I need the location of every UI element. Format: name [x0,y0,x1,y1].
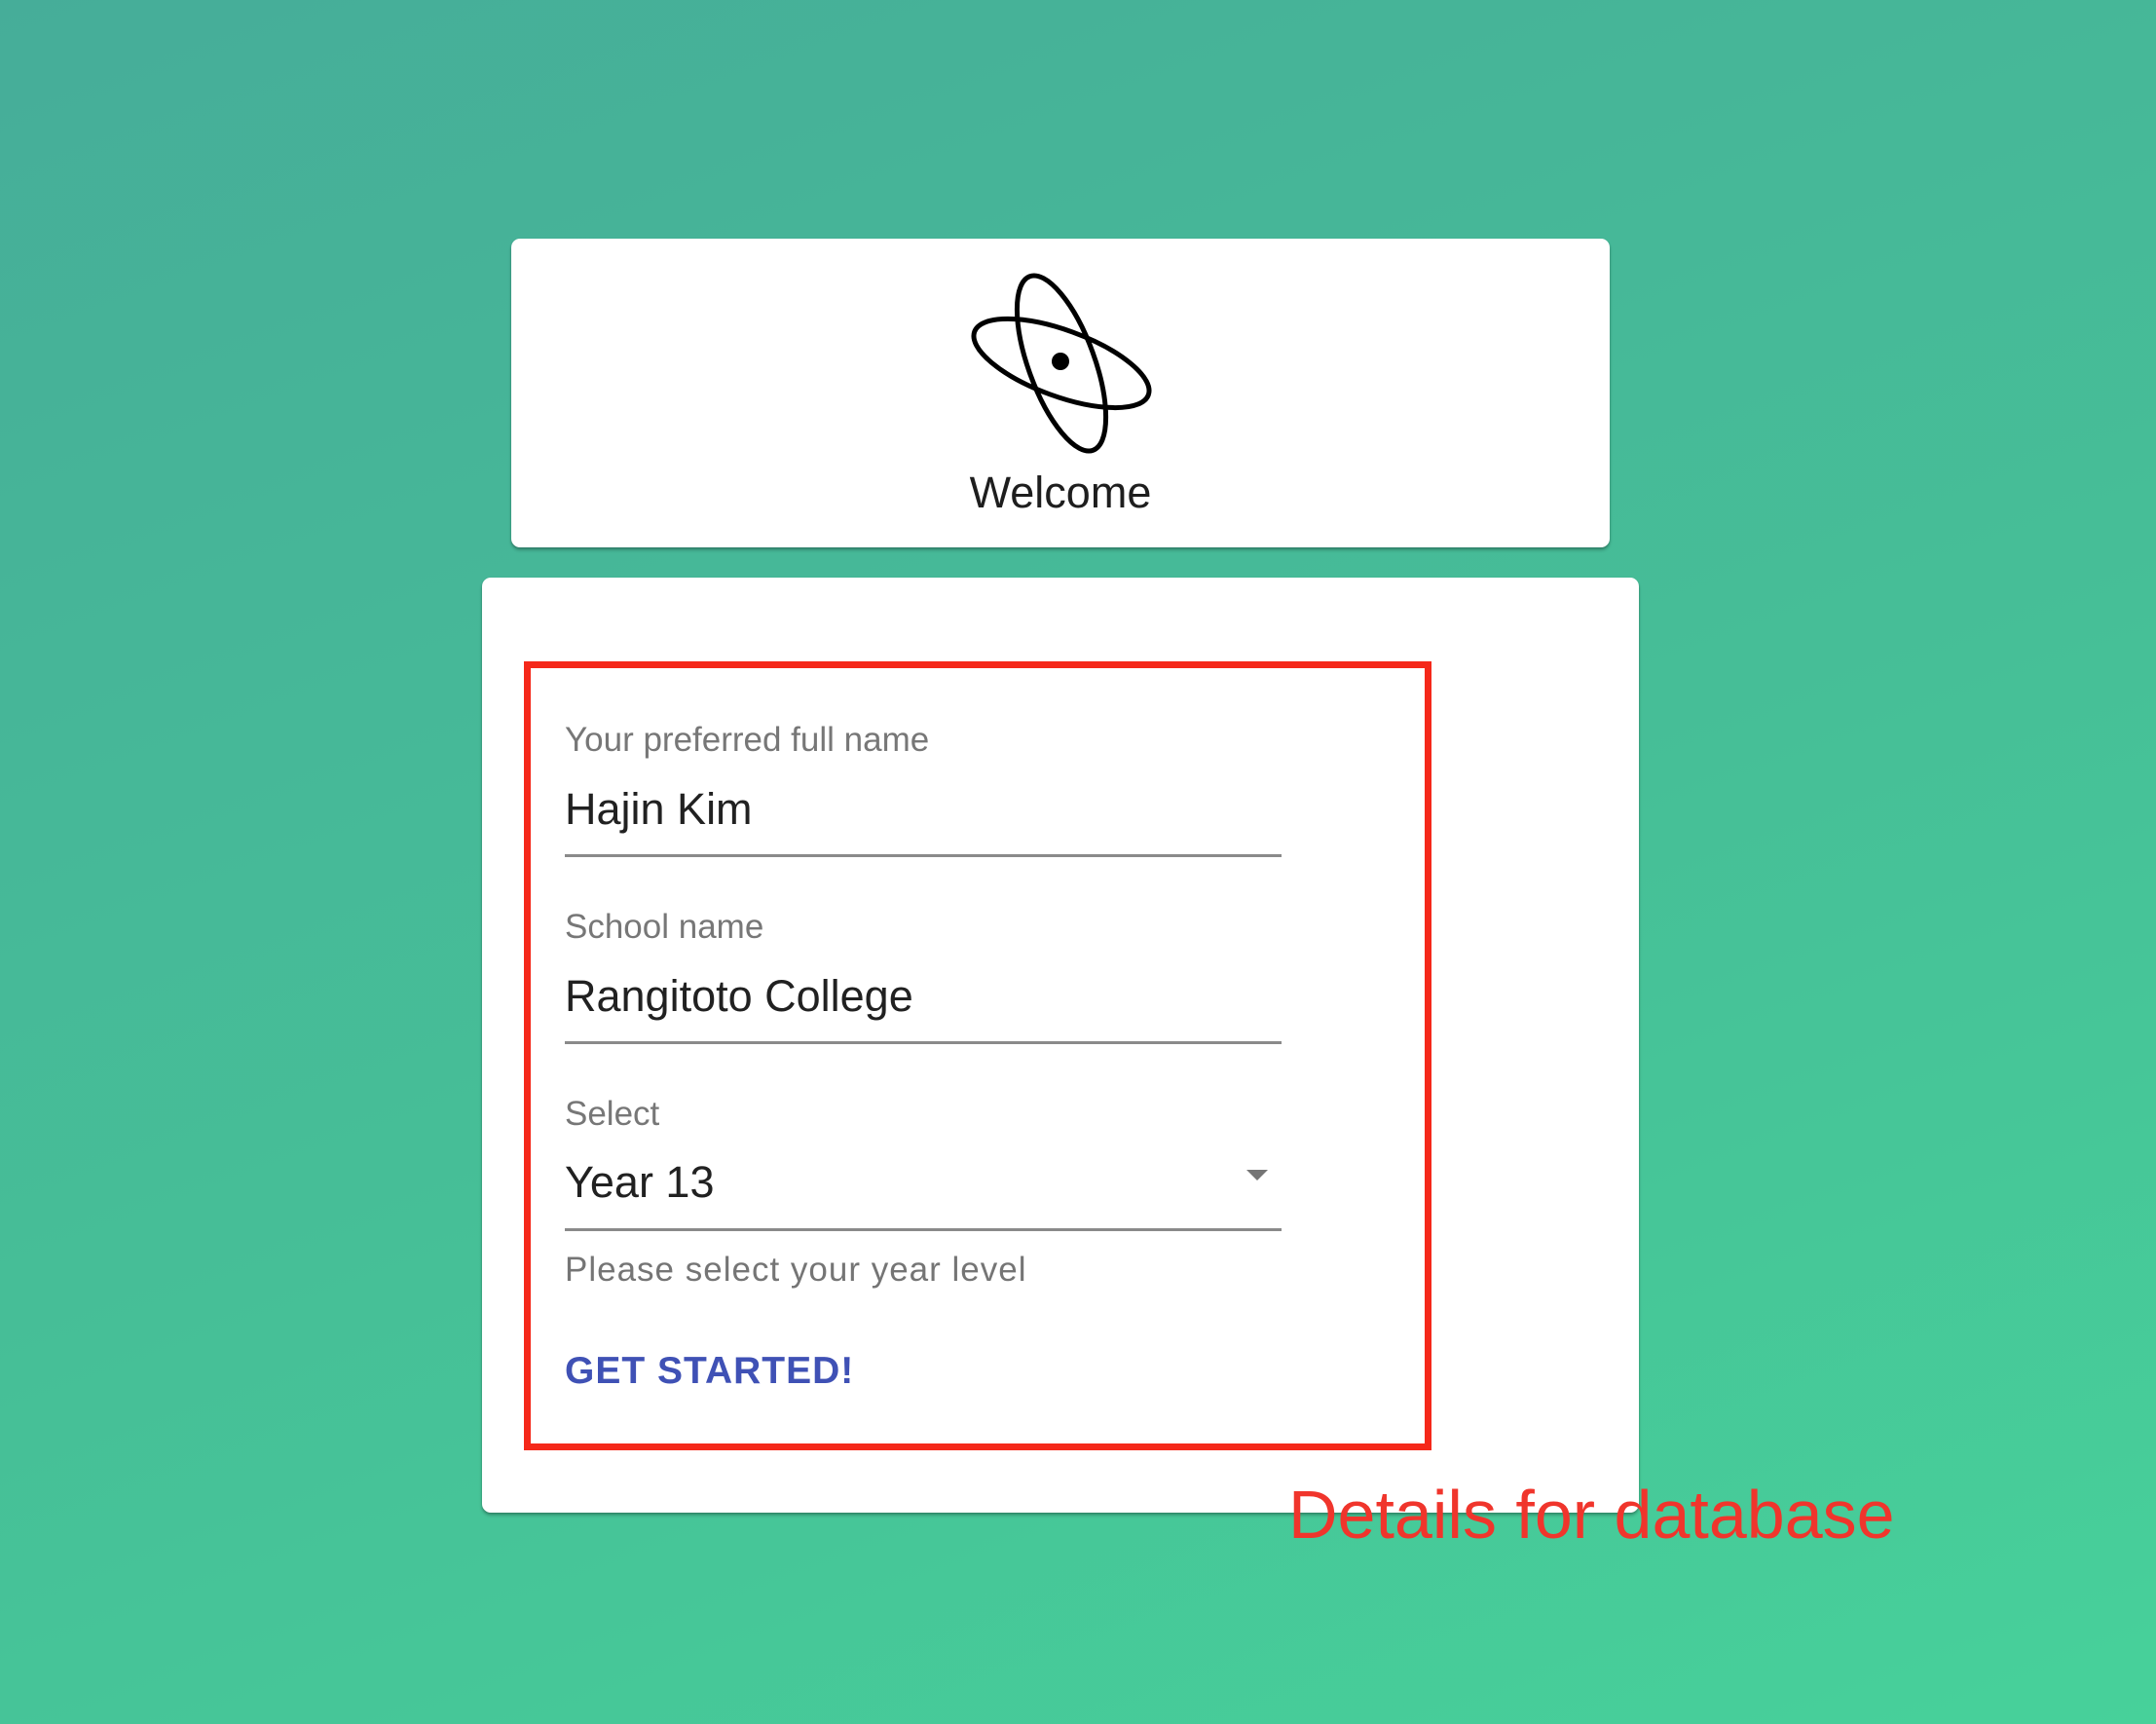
annotation-highlight-box [524,661,1431,1450]
welcome-title: Welcome [969,468,1152,517]
atom-icon [971,273,1152,454]
annotation-label: Details for database [1288,1477,1895,1553]
